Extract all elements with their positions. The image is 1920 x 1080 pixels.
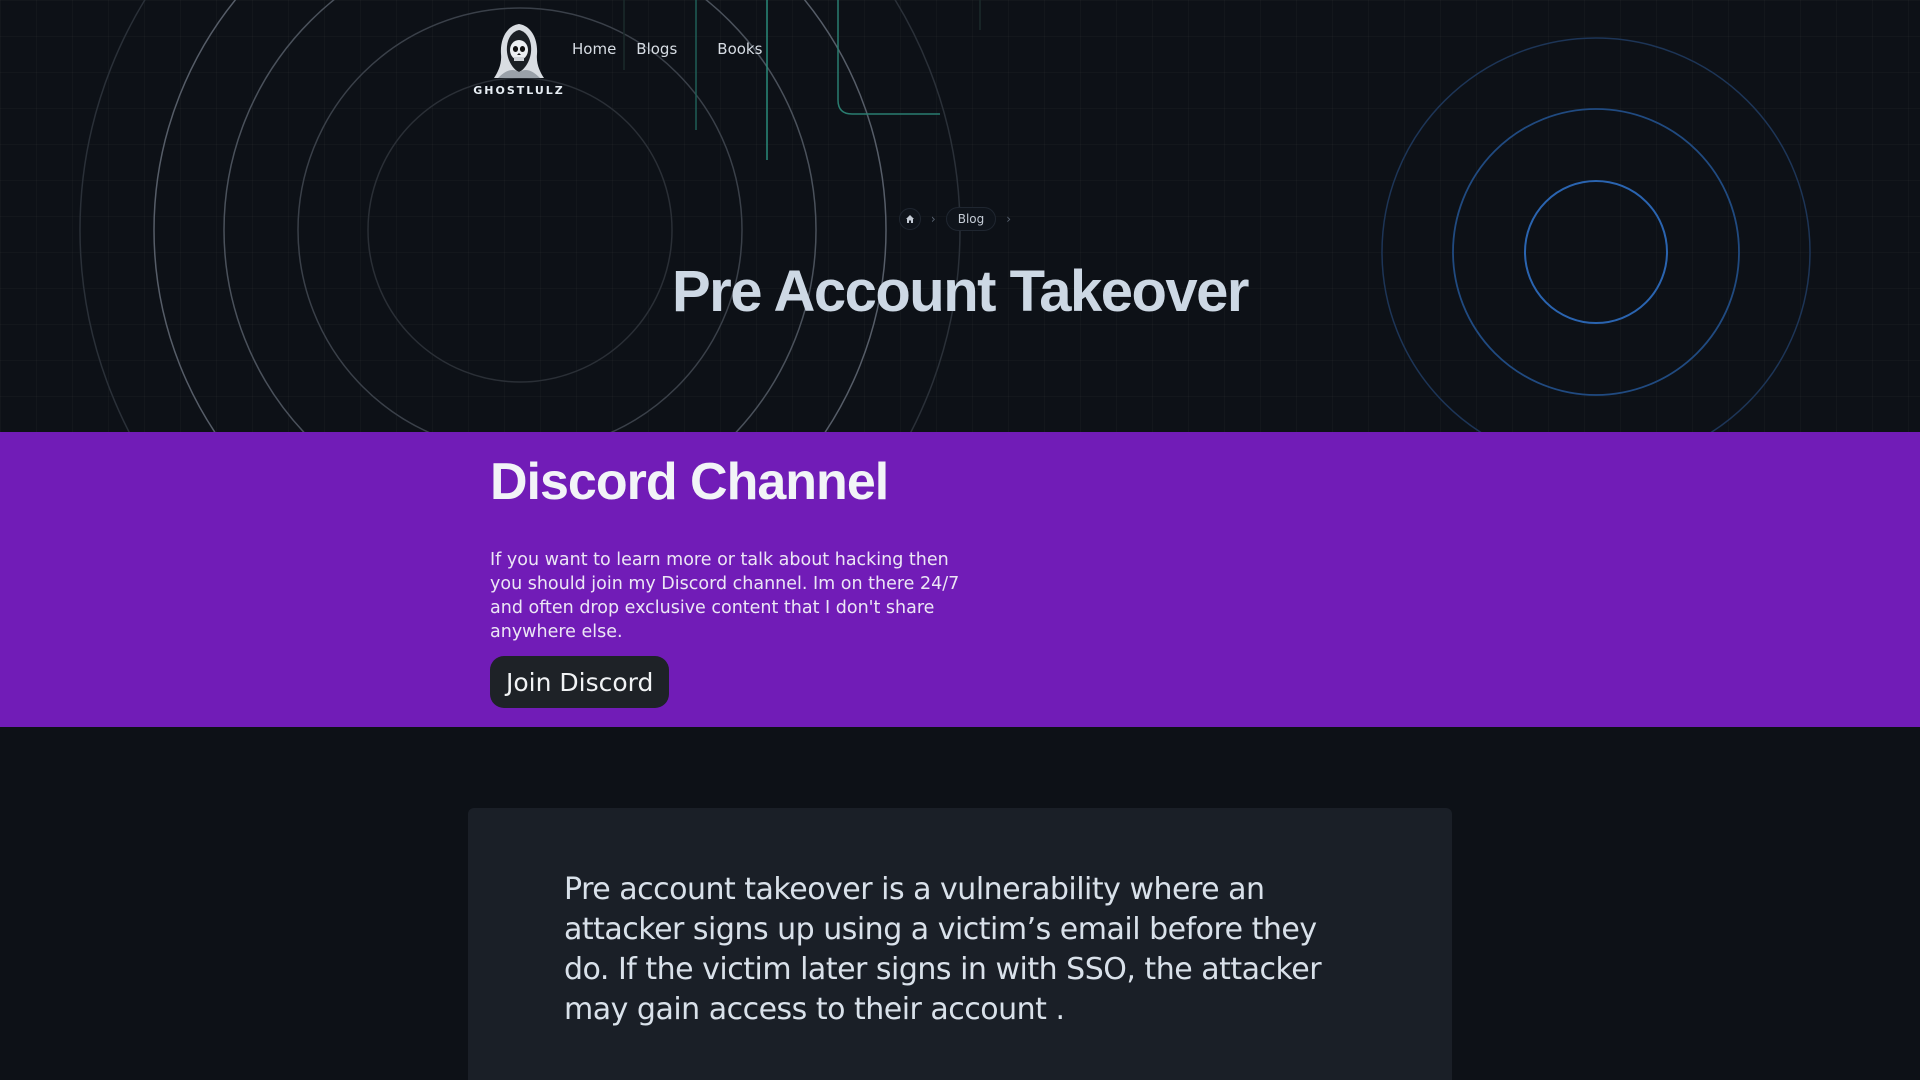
logo-wordmark: GHOSTLULZ xyxy=(473,83,565,97)
discord-banner: Discord Channel If you want to learn mor… xyxy=(0,432,1920,727)
join-discord-button[interactable]: Join Discord xyxy=(490,656,670,708)
nav-links: Home Blogs Books xyxy=(572,40,782,58)
breadcrumb-home[interactable] xyxy=(898,208,921,230)
nav-link-books[interactable]: Books xyxy=(717,40,762,58)
nav-link-blogs[interactable]: Blogs xyxy=(636,40,677,58)
nav-link-home[interactable]: Home xyxy=(572,40,616,58)
top-navigation: GHOSTLULZ Home Blogs Books xyxy=(473,18,782,98)
hero-section: GHOSTLULZ Home Blogs Books › Blog › Pre … xyxy=(0,0,1920,432)
breadcrumb: › Blog › xyxy=(0,207,1920,231)
discord-heading: Discord Channel xyxy=(490,453,889,511)
breadcrumb-item-blog[interactable]: Blog xyxy=(945,207,997,231)
breadcrumb-separator: › xyxy=(1006,212,1012,226)
page-title: Pre Account Takeover xyxy=(672,259,1250,324)
site-logo[interactable]: GHOSTLULZ xyxy=(473,20,563,97)
article-intro: Pre account takeover is a vulnerability … xyxy=(564,872,1322,1027)
home-icon xyxy=(905,215,914,223)
article-card: Pre account takeover is a vulnerability … xyxy=(468,808,1452,1080)
breadcrumb-separator: › xyxy=(930,212,936,226)
discord-description: If you want to learn more or talk about … xyxy=(490,550,960,642)
reaper-logo-icon xyxy=(494,23,544,78)
